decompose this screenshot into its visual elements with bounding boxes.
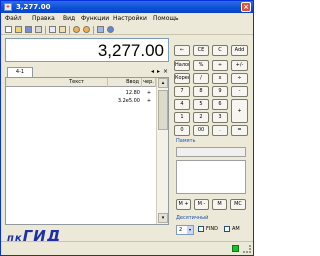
menu-help[interactable]: Помощь: [153, 15, 179, 23]
menu-bar: Файл Правка Вид Функции Настройки Помощь: [1, 13, 253, 24]
toolbar-separator: [45, 26, 46, 34]
decimal-label: Десятичный: [176, 215, 209, 221]
clear-button[interactable]: C: [212, 45, 228, 56]
percent-button[interactable]: %: [193, 60, 209, 71]
memory-subtract-button[interactable]: M -: [194, 199, 209, 210]
status-bar: [1, 241, 253, 255]
column-op[interactable]: чер.: [142, 78, 156, 87]
status-light-icon: [232, 245, 239, 252]
digit-8-button[interactable]: 8: [193, 86, 209, 97]
main-display: 3,277.00: [5, 38, 169, 62]
decimal-select[interactable]: 2 ▾: [176, 225, 194, 235]
open-icon[interactable]: [15, 26, 22, 33]
tab-tape[interactable]: 4-1: [7, 67, 33, 77]
memory-clear-button[interactable]: MC: [230, 199, 246, 210]
display-value: 3,277.00: [97, 41, 164, 60]
row-input: 12.80: [125, 90, 140, 96]
tape-table[interactable]: Текст Ввод чер. 12.80 + 3.2e5.00 + ▴ ▾: [5, 77, 169, 225]
minus-button[interactable]: -: [231, 86, 248, 97]
scroll-thumb[interactable]: [158, 90, 168, 130]
tab-next-icon[interactable]: ▸: [157, 68, 160, 76]
column-input[interactable]: Ввод: [108, 78, 142, 87]
digit-9-button[interactable]: 9: [212, 86, 228, 97]
sign-button[interactable]: +/-: [231, 60, 248, 71]
backspace-button[interactable]: ←: [174, 45, 190, 56]
chevron-down-icon[interactable]: ▾: [187, 226, 193, 234]
find-checkbox[interactable]: [198, 226, 204, 232]
tab-strip: 4-1 ◂ ▸ ×: [5, 67, 169, 77]
digit-2-button[interactable]: 2: [193, 112, 209, 123]
menu-settings[interactable]: Настройки: [113, 15, 147, 23]
calculator-window: ÷ 3,277.00 × Файл Правка Вид Функции Нас…: [0, 0, 254, 256]
digit-7-button[interactable]: 7: [174, 86, 190, 97]
scroll-up-icon[interactable]: ▴: [158, 78, 168, 88]
memory-add-button[interactable]: M +: [176, 199, 191, 210]
double-zero-button[interactable]: 00: [193, 125, 209, 136]
tape-scrollbar[interactable]: ▴ ▾: [156, 78, 168, 224]
calc-icon[interactable]: [97, 26, 104, 33]
paste-icon[interactable]: [59, 26, 66, 33]
memory-field[interactable]: [176, 147, 246, 157]
am-label: AM: [232, 226, 240, 232]
memory-label: Память: [176, 138, 196, 144]
digit-5-button[interactable]: 5: [193, 99, 209, 110]
window-title: 3,277.00: [16, 3, 51, 11]
digit-3-button[interactable]: 3: [212, 112, 228, 123]
tab-prev-icon[interactable]: ◂: [151, 68, 154, 76]
tape-header: Текст Ввод чер.: [6, 78, 156, 87]
decimal-value: 2: [179, 227, 183, 233]
sqrt-button[interactable]: Корень: [174, 73, 190, 84]
row-input: 3.2e5.00: [117, 98, 140, 104]
help-icon[interactable]: [107, 26, 114, 33]
scroll-down-icon[interactable]: ▾: [158, 213, 168, 223]
table-row[interactable]: 12.80 +: [6, 89, 156, 97]
toolbar-separator: [69, 26, 70, 34]
decimal-point-button[interactable]: .: [212, 125, 228, 136]
plus-button[interactable]: +: [231, 99, 248, 123]
redo-icon[interactable]: [83, 26, 90, 33]
keypad-panel: ← CE C Add Налог % ÷ +/- Корень / x ÷ 7 …: [172, 37, 250, 237]
divide-op-button[interactable]: ÷: [212, 60, 228, 71]
copy-icon[interactable]: [49, 26, 56, 33]
save-icon[interactable]: [25, 26, 32, 33]
multiply-button[interactable]: x: [212, 73, 228, 84]
print-icon[interactable]: [35, 26, 42, 33]
row-op: +: [146, 98, 152, 104]
undo-icon[interactable]: [73, 26, 80, 33]
app-icon: ÷: [4, 3, 12, 11]
memory-recall-button[interactable]: M: [212, 199, 227, 210]
toolbar: [1, 24, 253, 35]
toolbar-separator: [93, 26, 94, 34]
tab-close-icon[interactable]: ×: [163, 68, 168, 76]
new-icon[interactable]: [5, 26, 12, 33]
find-label: FIND: [206, 226, 218, 232]
title-bar[interactable]: ÷ 3,277.00 ×: [1, 1, 253, 13]
close-button[interactable]: ×: [241, 2, 251, 12]
menu-edit[interactable]: Правка: [32, 15, 55, 23]
am-checkbox[interactable]: [224, 226, 230, 232]
menu-functions[interactable]: Функции: [81, 15, 109, 23]
digit-1-button[interactable]: 1: [174, 112, 190, 123]
memory-list[interactable]: [176, 160, 246, 194]
slash-button[interactable]: /: [193, 73, 209, 84]
resize-grip-icon[interactable]: [243, 245, 251, 253]
row-op: +: [146, 90, 152, 96]
digit-6-button[interactable]: 6: [212, 99, 228, 110]
divide-button[interactable]: ÷: [231, 73, 248, 84]
table-row[interactable]: 3.2e5.00 +: [6, 97, 156, 105]
tax-button[interactable]: Налог: [174, 60, 190, 71]
clear-entry-button[interactable]: CE: [193, 45, 209, 56]
menu-file[interactable]: Файл: [5, 15, 22, 23]
column-text[interactable]: Текст: [6, 78, 108, 87]
equals-button[interactable]: =: [231, 125, 248, 136]
digit-0-button[interactable]: 0: [174, 125, 190, 136]
add-button[interactable]: Add: [231, 45, 248, 56]
menu-view[interactable]: Вид: [63, 15, 75, 23]
digit-4-button[interactable]: 4: [174, 99, 190, 110]
